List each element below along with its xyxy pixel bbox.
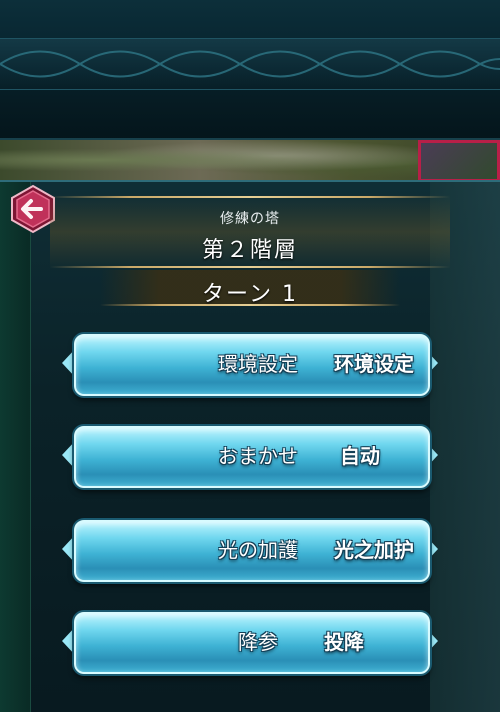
ornament-band: [0, 38, 500, 90]
top-ornament-frame: [0, 0, 500, 140]
page-title: 第２階層: [201, 238, 298, 263]
turn-counter: ターン 1: [202, 282, 298, 307]
map-subtitle: 修練の塔: [220, 211, 280, 227]
auto-battle-label-cn: 自动: [340, 444, 380, 468]
header-divider-bottom: [50, 266, 450, 268]
ornament-pattern: [0, 50, 500, 78]
auto-battle-label: おまかせ: [218, 444, 298, 468]
map-highlight-tile: [418, 140, 500, 182]
surrender-label: 降参: [238, 630, 278, 654]
light-blessing-button[interactable]: 光の加護 光之加护: [62, 514, 438, 584]
settings-label: 環境設定: [218, 352, 298, 376]
surrender-label-cn: 投降: [324, 630, 364, 654]
game-screen: 修練の塔 第２階層 ターン 1 環境設定 环境设定 おまかせ 自动 光の加護 光…: [0, 0, 500, 712]
light-blessing-label-cn: 光之加护: [334, 538, 414, 562]
auto-battle-button[interactable]: おまかせ 自动: [62, 420, 438, 490]
settings-label-cn: 环境设定: [334, 352, 414, 376]
light-blessing-label: 光の加護: [218, 538, 298, 562]
surrender-button[interactable]: 降参 投降: [62, 606, 438, 676]
settings-button[interactable]: 環境設定 环境设定: [62, 328, 438, 398]
header-divider-top: [50, 196, 450, 198]
